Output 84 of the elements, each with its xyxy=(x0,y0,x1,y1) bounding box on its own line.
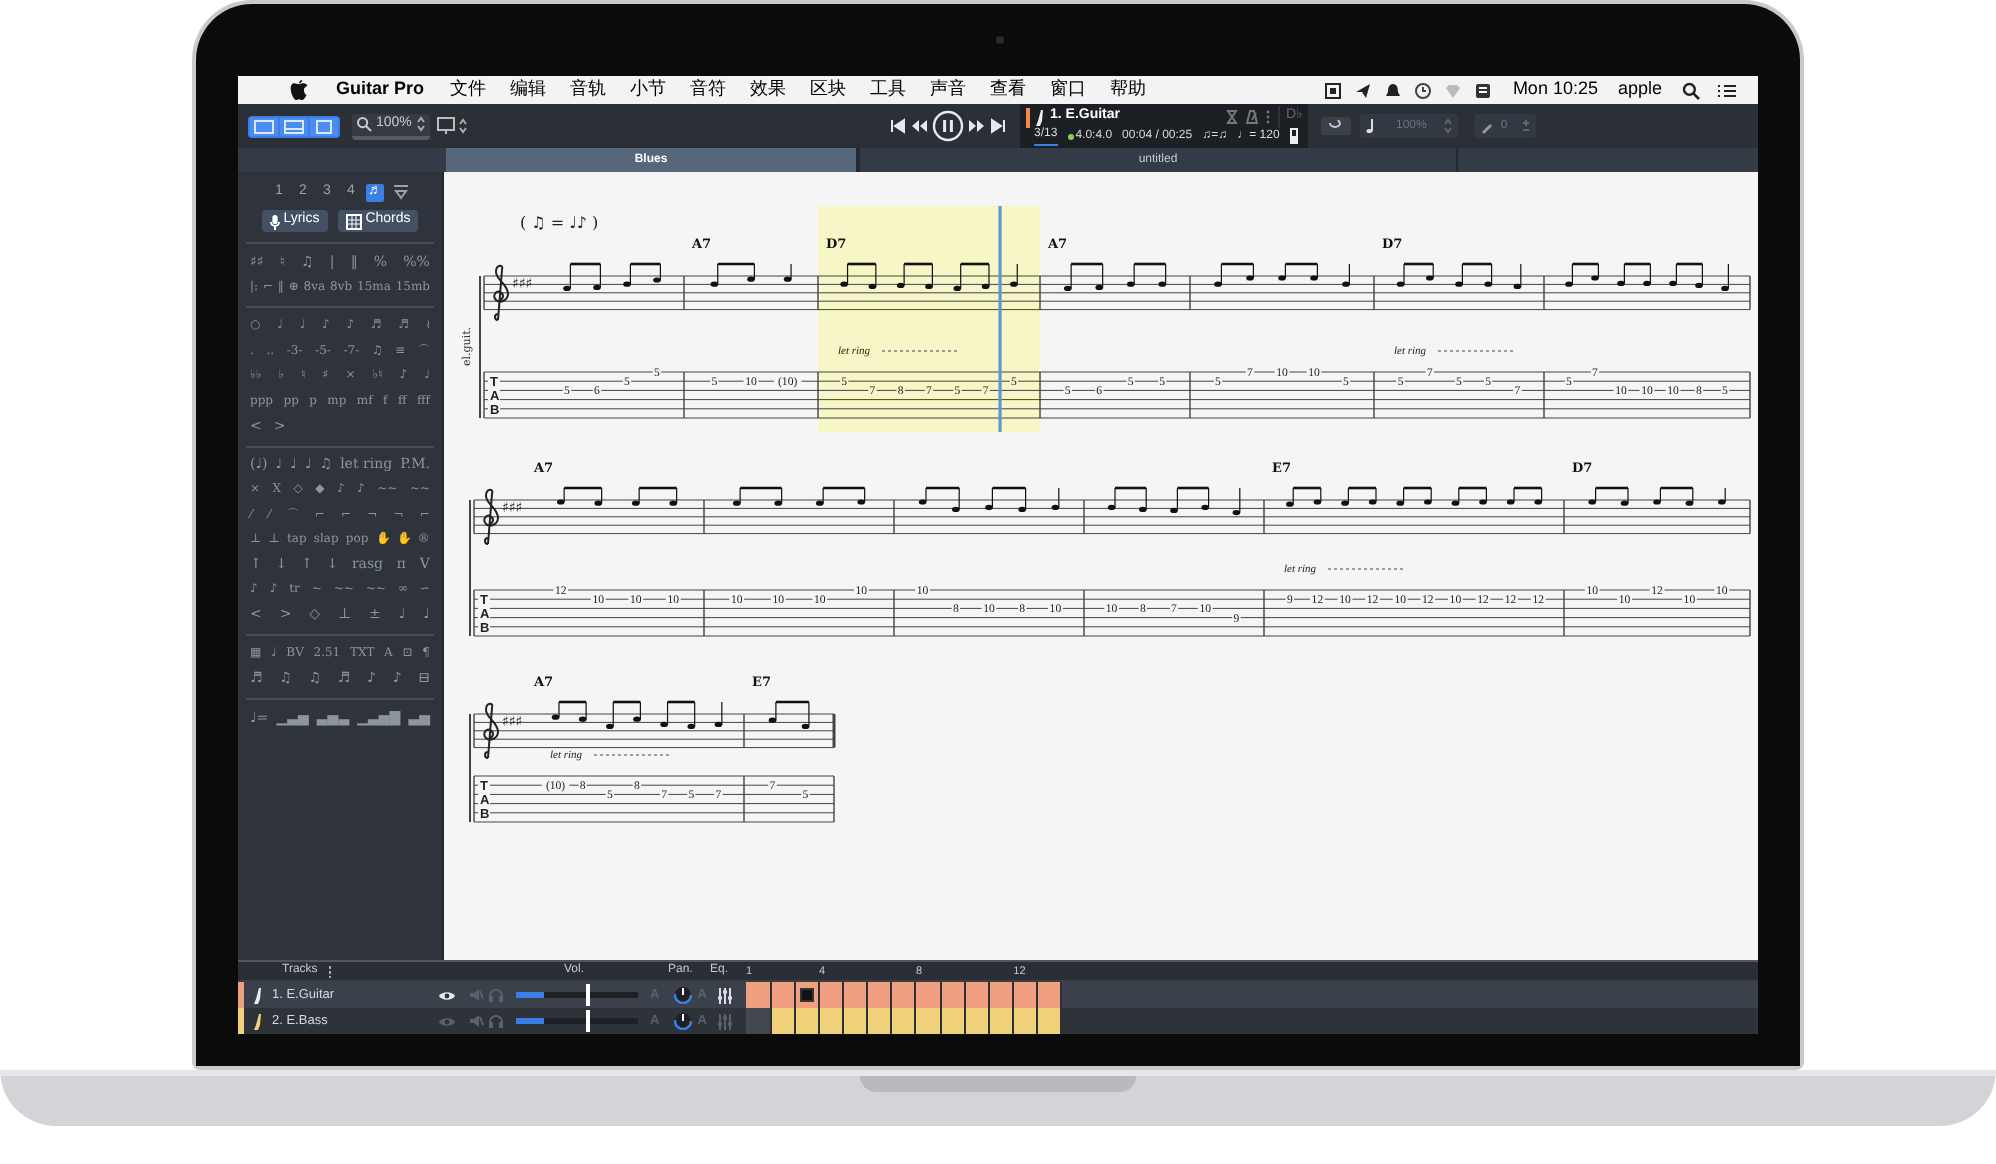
filter-icon[interactable] xyxy=(392,184,410,200)
pan-knob-icon[interactable] xyxy=(673,986,692,1004)
loop-icon[interactable] xyxy=(1320,116,1352,136)
pan-knob-icon[interactable] xyxy=(673,1012,692,1030)
camera-icon xyxy=(996,36,1004,44)
bar-cell[interactable] xyxy=(746,1008,772,1034)
bar-cell[interactable] xyxy=(1038,982,1063,1008)
skip-start-icon[interactable] xyxy=(890,118,906,134)
page-view-icon[interactable] xyxy=(310,117,338,135)
let-ring-line xyxy=(1327,568,1405,570)
let-ring-line xyxy=(593,754,671,756)
bar-cell[interactable] xyxy=(892,982,917,1008)
rewind-icon[interactable] xyxy=(910,118,928,134)
user-name[interactable]: apple xyxy=(1617,76,1662,104)
let-ring-line xyxy=(881,350,959,352)
menu-item[interactable]: 音符 xyxy=(690,76,727,104)
pencil-icon xyxy=(1480,119,1495,133)
eye-icon[interactable] xyxy=(438,989,456,1001)
bar-cell[interactable] xyxy=(1038,1008,1063,1034)
menu-item[interactable]: 帮助 xyxy=(1110,76,1147,104)
metronome-icon[interactable] xyxy=(1245,110,1258,124)
bar-cell[interactable] xyxy=(771,1008,796,1034)
note-icon xyxy=(1366,118,1374,134)
bar-cell[interactable] xyxy=(819,1008,844,1034)
bar-cell[interactable] xyxy=(1013,982,1039,1008)
screen-mode-icon[interactable] xyxy=(435,116,472,136)
bar-cell[interactable] xyxy=(916,982,942,1008)
bell-icon[interactable] xyxy=(1384,81,1403,99)
bar-cell[interactable] xyxy=(892,1008,917,1034)
skip-end-icon[interactable] xyxy=(990,118,1006,134)
let-ring-line xyxy=(1437,350,1515,352)
tuner-icon[interactable] xyxy=(1289,128,1298,144)
bar-cell[interactable] xyxy=(868,982,893,1008)
treble-clef-icon xyxy=(483,702,499,759)
fast-forward-icon[interactable] xyxy=(968,118,986,134)
menu-item[interactable]: 编辑 xyxy=(510,76,547,104)
bar-cell[interactable] xyxy=(916,1008,942,1034)
bar-cell[interactable] xyxy=(819,982,844,1008)
bar-cell[interactable] xyxy=(843,1008,869,1034)
bar-cell[interactable] xyxy=(989,982,1014,1008)
treble-clef-icon xyxy=(483,488,499,545)
volume-thumb[interactable] xyxy=(585,984,590,1006)
bar-cell[interactable] xyxy=(746,982,772,1008)
pause-icon[interactable] xyxy=(932,110,964,142)
bar-cell[interactable] xyxy=(1013,1008,1039,1034)
menu-item[interactable]: 小节 xyxy=(630,76,667,104)
zoom-icon xyxy=(356,116,372,132)
bar-cell[interactable] xyxy=(941,982,966,1008)
screen-icon[interactable] xyxy=(1324,81,1343,99)
bar-cell[interactable] xyxy=(941,1008,966,1034)
bar-cell[interactable] xyxy=(771,982,796,1008)
clock[interactable]: Mon 10:25 xyxy=(1512,76,1598,104)
page-view-icon[interactable] xyxy=(280,117,308,135)
hourglass-icon[interactable] xyxy=(1225,110,1238,124)
bar-cell[interactable] xyxy=(965,1008,990,1034)
apple-logo-icon[interactable] xyxy=(290,80,308,100)
guitar-icon xyxy=(1034,109,1044,125)
page-view-icon[interactable] xyxy=(250,117,278,135)
chord-grid-icon xyxy=(345,213,362,229)
menu-item[interactable]: Guitar Pro xyxy=(336,76,425,104)
menu-item[interactable]: 区块 xyxy=(810,76,847,104)
bar-cell[interactable] xyxy=(989,1008,1014,1034)
microphone-icon xyxy=(269,213,280,229)
search-icon[interactable] xyxy=(1682,81,1700,99)
clock-icon[interactable] xyxy=(1414,81,1433,99)
bar-cell[interactable] xyxy=(868,1008,893,1034)
menu-item[interactable]: 文件 xyxy=(450,76,487,104)
menu-item[interactable]: 窗口 xyxy=(1050,76,1087,104)
menu-item[interactable]: 工具 xyxy=(870,76,907,104)
menu-item[interactable]: 音轨 xyxy=(570,76,607,104)
menu-item[interactable]: 效果 xyxy=(750,76,787,104)
bar-cell[interactable] xyxy=(965,982,990,1008)
bar-cell[interactable] xyxy=(795,982,820,1008)
stepper-icon[interactable] xyxy=(415,116,426,132)
list-icon[interactable] xyxy=(1716,81,1738,99)
volume-thumb[interactable] xyxy=(585,1010,590,1032)
bar-cell[interactable] xyxy=(795,1008,820,1034)
menu-item[interactable]: 查看 xyxy=(990,76,1027,104)
calendar-icon[interactable] xyxy=(1474,81,1493,99)
bar-cell[interactable] xyxy=(843,982,869,1008)
swing-mark: ( ♫ = ♩♪ ) xyxy=(520,214,599,232)
treble-clef-icon xyxy=(493,264,509,321)
menu-item[interactable]: 声音 xyxy=(930,76,967,104)
send-icon[interactable] xyxy=(1354,81,1373,99)
